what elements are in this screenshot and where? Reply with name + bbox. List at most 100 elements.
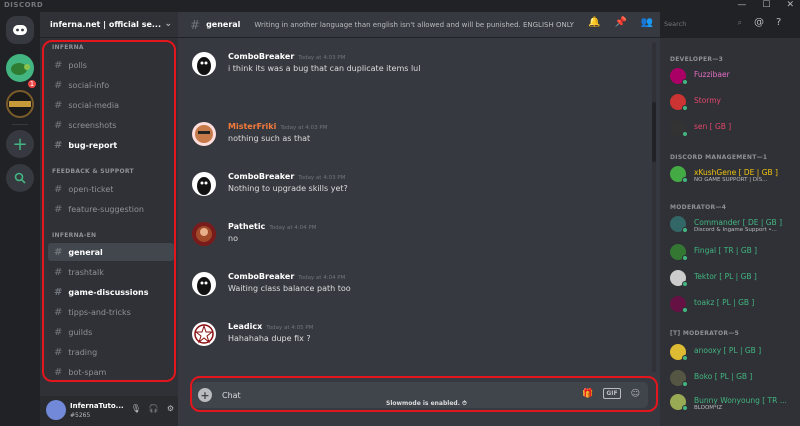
- channel-trading[interactable]: # trading: [48, 343, 174, 361]
- add-server-button[interactable]: +: [6, 130, 34, 158]
- member-item[interactable]: Fingal [ TR | GB ]: [670, 242, 798, 262]
- hash-icon: #: [54, 266, 63, 278]
- bell-icon[interactable]: 🔔: [588, 17, 600, 28]
- member-name: Tektor [ PL | GB ]: [694, 272, 757, 281]
- channel-topic[interactable]: Writing in another language than english…: [254, 21, 574, 29]
- message-text: nothing such as that: [228, 134, 311, 143]
- gear-icon[interactable]: ⚙: [167, 404, 174, 413]
- message-timestamp: Today at 4:04 PM: [269, 225, 317, 231]
- server-header[interactable]: inferna.net | official se... ⌄: [40, 12, 178, 38]
- headphones-icon[interactable]: 🎧: [149, 404, 159, 413]
- slowmode-notice: Slowmode is enabled. ⏱: [386, 400, 467, 407]
- channel-open-ticket[interactable]: # open-ticket: [48, 180, 174, 198]
- message-timestamp: Today at 4:05 PM: [266, 325, 314, 331]
- member-item[interactable]: Stormy: [670, 92, 798, 112]
- channel-title: general: [206, 20, 241, 29]
- channel-label: trashtalk: [68, 267, 104, 277]
- hash-icon: #: [54, 246, 63, 258]
- minimize-icon[interactable]: —: [737, 0, 746, 10]
- channel-bug-report[interactable]: # bug-report: [48, 136, 174, 154]
- header-icons-right: @ ?: [754, 17, 781, 28]
- member-item[interactable]: sen [ GB ]: [670, 118, 798, 138]
- channel-bot-spam[interactable]: # bot-spam: [48, 363, 174, 381]
- category-feedback-support[interactable]: FEEDBACK & SUPPORT: [52, 168, 134, 175]
- channel-label: guilds: [68, 327, 93, 337]
- maximize-icon[interactable]: ☐: [762, 0, 770, 10]
- upload-plus-icon[interactable]: +: [198, 388, 212, 402]
- category-inferna-en[interactable]: INFERNA-EN: [52, 232, 96, 239]
- discord-logo-icon: [13, 25, 27, 35]
- member-item[interactable]: Boko [ PL | GB ]: [670, 368, 798, 388]
- server-name: inferna.net | official se...: [50, 20, 161, 29]
- mention-badge: 1: [26, 78, 38, 90]
- message-scrollbar[interactable]: [652, 42, 656, 372]
- member-item[interactable]: Commander [ DE | GB ] Discord & Ingame Su…: [670, 214, 798, 234]
- channel-feature-suggestion[interactable]: # feature-suggestion: [48, 200, 174, 218]
- message-author[interactable]: ComboBreaker Today at 4:04 PM: [228, 272, 345, 281]
- hash-icon: #: [54, 183, 63, 195]
- close-icon[interactable]: ✕: [786, 0, 794, 10]
- channel-general[interactable]: # general: [48, 243, 174, 261]
- message-author[interactable]: MisterFriki Today at 4:03 PM: [228, 122, 327, 131]
- avatar[interactable]: [46, 400, 66, 420]
- member-item[interactable]: Bunny Wonyoung [ TR ... BLOOM*IZ: [670, 392, 798, 412]
- search-input[interactable]: [664, 18, 732, 30]
- channel-label: open-ticket: [68, 184, 114, 194]
- avatar[interactable]: [192, 122, 216, 146]
- message-author[interactable]: ComboBreaker Today at 4:03 PM: [228, 52, 345, 61]
- guild-inferna[interactable]: [6, 90, 34, 118]
- channel-social-info[interactable]: # social-info: [48, 76, 174, 94]
- channel-social-media[interactable]: # social-media: [48, 96, 174, 114]
- gift-icon[interactable]: 🎁: [582, 389, 593, 399]
- clock-icon: ⏱: [462, 400, 467, 407]
- member-item[interactable]: Tektor [ PL | GB ]: [670, 268, 798, 288]
- member-name: toakz [ PL | GB ]: [694, 298, 755, 307]
- pin-icon[interactable]: 📌: [614, 17, 626, 28]
- channel-game-discussions[interactable]: # game-discussions: [48, 283, 174, 301]
- member-name: sen [ GB ]: [694, 122, 732, 131]
- title-bar: DISCORD — ☐ ✕: [0, 0, 800, 12]
- member-category: MODERATOR—4: [670, 204, 727, 211]
- channel-tipps-and-tricks[interactable]: # tipps-and-tricks: [48, 303, 174, 321]
- avatar[interactable]: [192, 272, 216, 296]
- avatar[interactable]: [192, 52, 216, 76]
- user-panel: InfernaTuto... #5265 🎙 🎧 ⚙: [40, 396, 178, 426]
- message-input[interactable]: [222, 387, 542, 403]
- home-button[interactable]: [6, 16, 34, 44]
- emoji-icon[interactable]: ☺: [631, 389, 640, 399]
- search-box: ⌕: [660, 17, 746, 31]
- channel-label: general: [68, 247, 103, 257]
- avatar[interactable]: [192, 322, 216, 346]
- message-author[interactable]: Pathetic Today at 4:04 PM: [228, 222, 316, 231]
- scrollbar-thumb[interactable]: [652, 102, 656, 162]
- channel-screenshots[interactable]: # screenshots: [48, 116, 174, 134]
- mention-icon[interactable]: @: [754, 17, 764, 28]
- channel-label: polls: [68, 60, 87, 70]
- member-item[interactable]: Fuzzibaer: [670, 66, 798, 86]
- message-text: Waiting class balance path too: [228, 284, 351, 293]
- channel-label: trading: [68, 347, 98, 357]
- message-author[interactable]: ComboBreaker Today at 4:03 PM: [228, 172, 345, 181]
- channel-guilds[interactable]: # guilds: [48, 323, 174, 341]
- explore-servers-button[interactable]: [6, 164, 34, 192]
- channel-polls[interactable]: # polls: [48, 56, 174, 74]
- avatar[interactable]: [192, 172, 216, 196]
- help-icon[interactable]: ?: [776, 17, 781, 28]
- hash-icon: #: [190, 17, 201, 32]
- member-item[interactable]: anooxy [ PL | GB ]: [670, 342, 798, 362]
- microphone-icon[interactable]: 🎙: [131, 404, 141, 413]
- gif-button[interactable]: GIF: [603, 388, 621, 399]
- message-author[interactable]: Leadicx Today at 4:05 PM: [228, 322, 313, 331]
- members-icon[interactable]: 👥: [641, 17, 653, 28]
- message-timestamp: Today at 4:03 PM: [280, 125, 328, 131]
- category-inferna[interactable]: INFERNA: [52, 44, 84, 51]
- channel-label: tipps-and-tricks: [68, 307, 131, 317]
- message-timestamp: Today at 4:03 PM: [298, 175, 346, 181]
- member-item[interactable]: xKushGene [ DE | GB ] NO GAME SUPPORT | D…: [670, 164, 798, 184]
- member-item[interactable]: toakz [ PL | GB ]: [670, 294, 798, 314]
- member-name: Fuzzibaer: [694, 70, 730, 79]
- channel-label: screenshots: [68, 120, 117, 130]
- channel-trashtalk[interactable]: # trashtalk: [48, 263, 174, 281]
- avatar[interactable]: [192, 222, 216, 246]
- member-status: Discord & Ingame Support •...: [694, 227, 777, 233]
